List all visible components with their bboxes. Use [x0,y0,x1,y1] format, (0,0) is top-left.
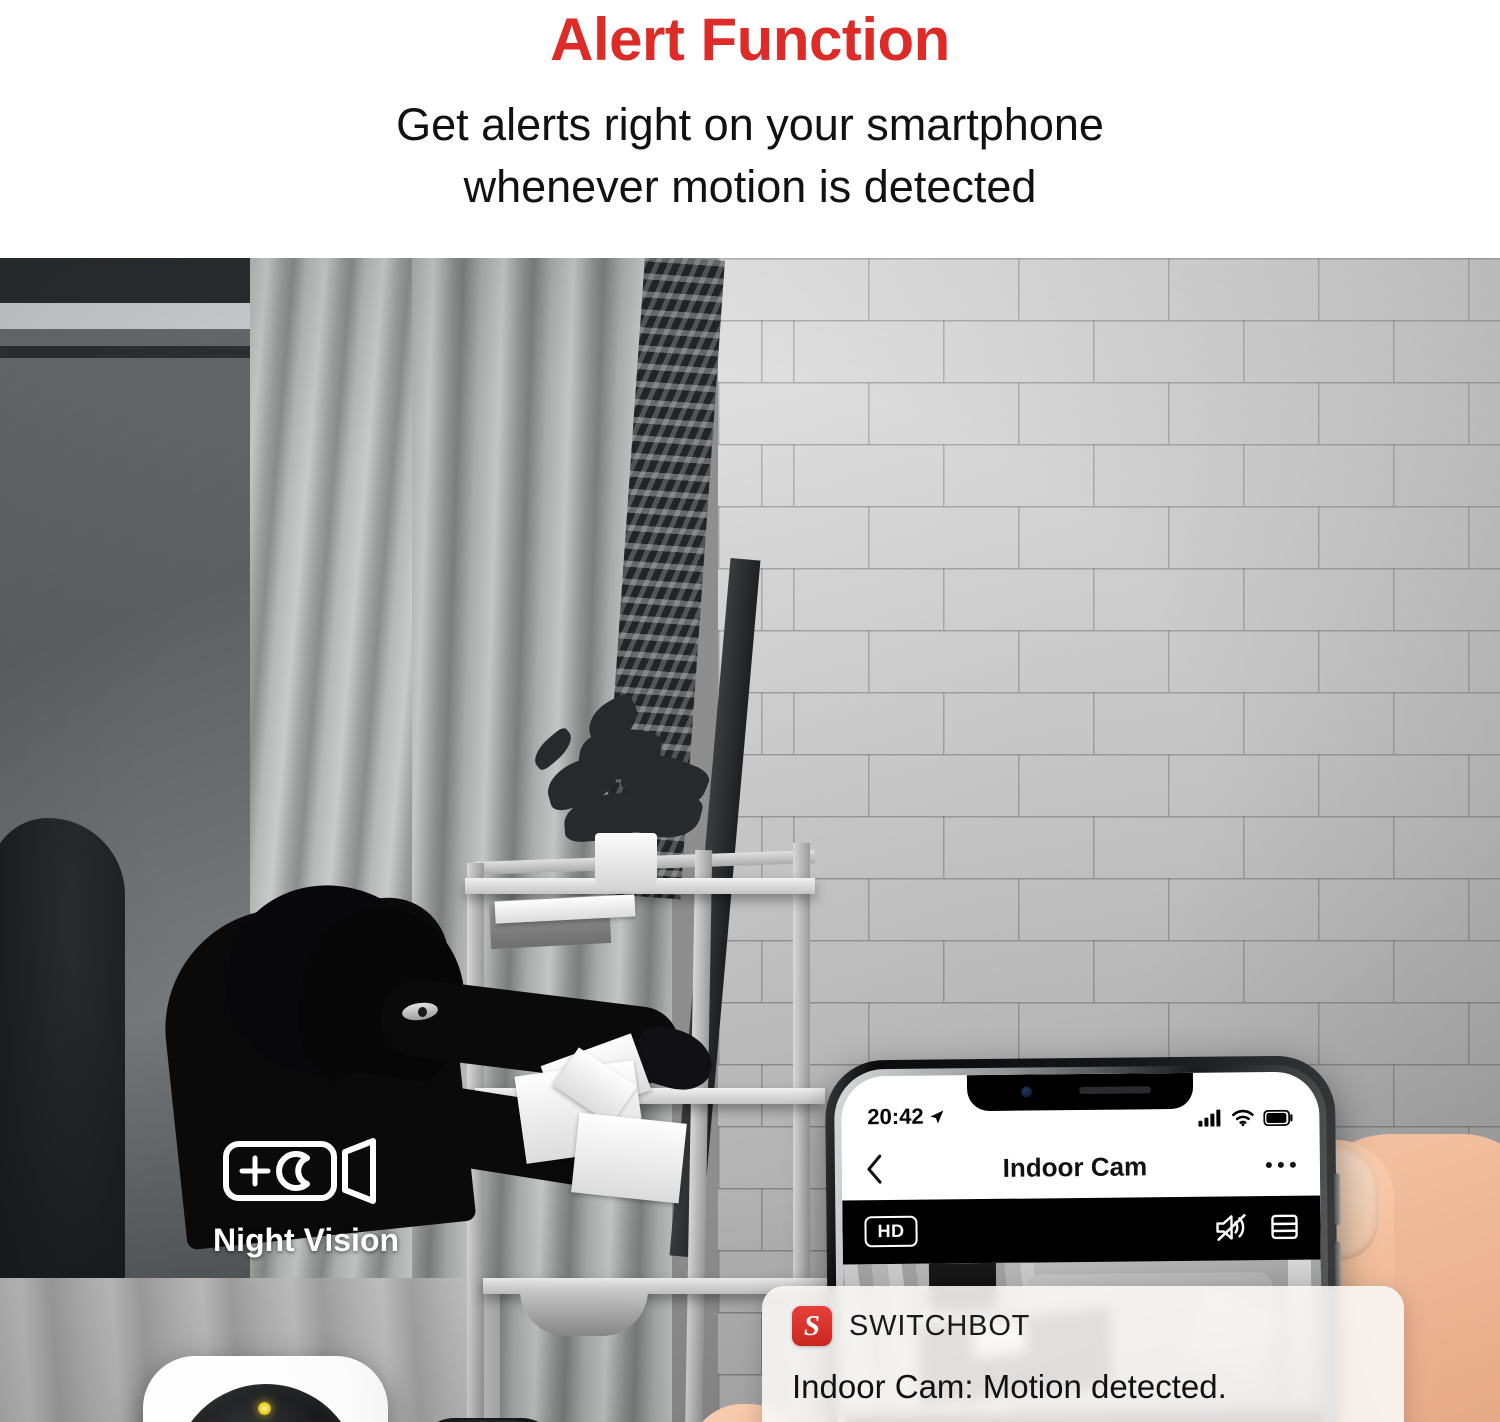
camera-body [143,1356,388,1422]
status-time-label: 20:42 [867,1103,924,1130]
header-band: Alert Function Get alerts right on your … [0,0,1500,258]
page-subtitle-line1: Get alerts right on your smartphone [396,99,1104,150]
status-bar-left: 20:42 [867,1103,946,1130]
video-overlay-toolbar: HD [842,1196,1321,1263]
monstera-plant [528,691,718,853]
indoor-cam-device [143,1356,413,1422]
switchbot-logo-icon: S [792,1306,832,1346]
push-notification-banner[interactable]: S SWITCHBOT Indoor Cam: Motion detected. [762,1286,1404,1422]
app-nav-bar: Indoor Cam [841,1133,1321,1201]
page-title: Alert Function [550,6,950,73]
night-vision-camera-icon [223,1138,376,1204]
location-arrow-icon [930,1109,944,1124]
split-view-icon[interactable] [1270,1213,1298,1241]
promo-page: Alert Function Get alerts right on your … [0,0,1500,1422]
door-reflection [0,818,125,1338]
status-bar-right [1198,1109,1293,1127]
page-title-nav: Indoor Cam [1002,1150,1148,1183]
cellular-signal-icon [1198,1109,1221,1127]
battery-icon [1263,1109,1293,1126]
speaker-muted-icon[interactable] [1214,1212,1248,1242]
earpiece-speaker [1079,1086,1152,1095]
status-led [258,1402,271,1415]
hd-quality-badge[interactable]: HD [864,1215,918,1247]
chevron-left-icon[interactable] [866,1153,884,1185]
page-subtitle: Get alerts right on your smartphone when… [0,70,1500,218]
intruder-pupil [418,1007,427,1017]
notification-app-name: SWITCHBOT [849,1309,1031,1342]
wifi-icon [1232,1109,1254,1127]
paper-sheet [571,1112,687,1204]
page-subtitle-line2: whenever motion is detected [463,161,1037,213]
front-camera-icon [1021,1086,1033,1098]
video-toolbar-right [1214,1212,1298,1243]
door-header [0,258,265,304]
volume-up-button[interactable] [1333,1173,1341,1226]
night-vision-badge: Night Vision [186,1136,426,1278]
scene-photo: Night Vision 20:42 Indoor Cam HD S SWITC… [0,258,1500,1422]
phone-notch [966,1072,1194,1112]
door-frame-rail-dark [0,346,265,358]
door-frame-rail [0,303,265,329]
night-vision-label: Night Vision [212,1222,400,1258]
more-horizontal-icon[interactable] [1265,1161,1296,1169]
notification-header: S SWITCHBOT [792,1306,1374,1346]
notification-message: Indoor Cam: Motion detected. [792,1368,1227,1405]
